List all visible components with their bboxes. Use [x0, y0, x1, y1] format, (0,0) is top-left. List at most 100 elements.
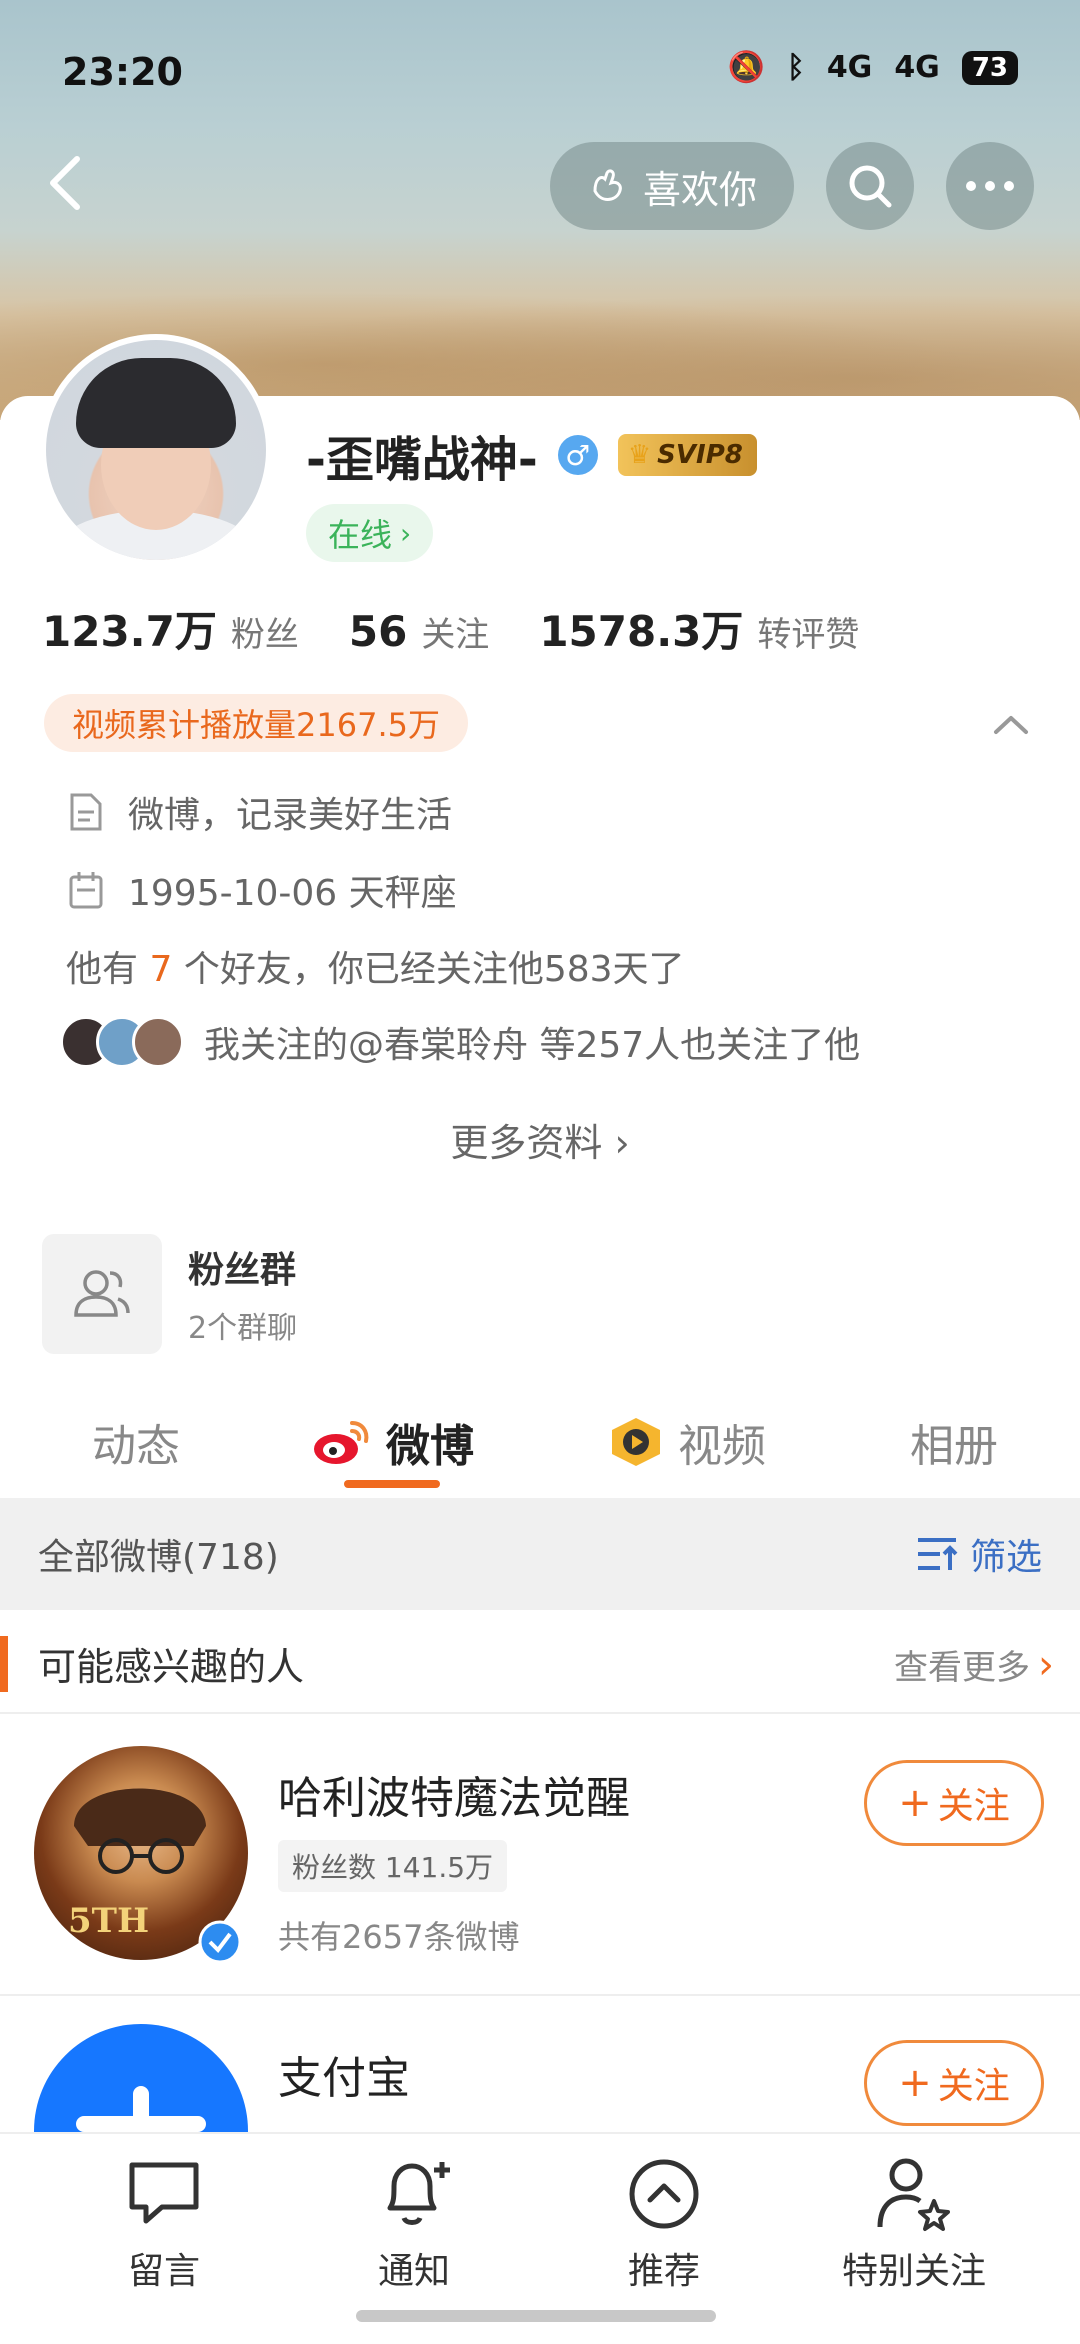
- like-you-label: 喜欢你: [642, 167, 757, 212]
- svip-label: SVIP8: [657, 440, 743, 470]
- bio-text: 微博，记录美好生活: [128, 795, 453, 836]
- follow-label: 关注: [937, 1786, 1010, 1827]
- status-bar: 23:20 🔕 ᛒ 4G 4G 73: [0, 0, 1080, 150]
- friends-count: 7: [149, 949, 173, 990]
- name-row: -歪嘴战神- ♂ ♛ SVIP8: [306, 420, 757, 490]
- message-button[interactable]: 留言: [64, 2154, 264, 2294]
- recommend-title: 可能感兴趣的人: [38, 1645, 305, 1689]
- like-you-button[interactable]: 喜欢你: [550, 142, 794, 230]
- posts-count: 共有2657条微博: [278, 1918, 520, 1956]
- stat-number: 56: [348, 607, 408, 656]
- chat-bubble-icon: [64, 2154, 264, 2234]
- profile-name: -歪嘴战神-: [306, 432, 538, 488]
- bottom-label: 留言: [127, 2251, 200, 2292]
- chevron-right-icon: ›: [400, 516, 412, 550]
- stat-number: 1578.3万: [539, 607, 744, 656]
- bottom-label: 特别关注: [841, 2251, 986, 2292]
- filter-label: 筛选: [969, 1537, 1042, 1578]
- follow-button[interactable]: + 关注: [864, 1760, 1044, 1846]
- fans-count: 粉丝数 141.5万: [278, 1840, 508, 1892]
- mutual-followers[interactable]: 我关注的@春棠聆舟 等257人也关注了他: [60, 1016, 860, 1068]
- tab-label: 动态: [92, 1421, 180, 1472]
- chevron-up-icon: [994, 716, 1028, 734]
- crown-icon: ♛: [627, 440, 652, 470]
- svip-badge[interactable]: ♛ SVIP8: [617, 434, 757, 476]
- see-more-link[interactable]: 查看更多 ›: [894, 1640, 1054, 1689]
- stat-label: 粉丝: [230, 615, 299, 655]
- recommended-user[interactable]: 5TH 哈利波特魔法觉醒 粉丝数 141.5万 共有2657条微博 + 关注: [0, 1716, 1080, 1996]
- mutual-avatars: [60, 1016, 184, 1068]
- tab-label: 视频: [678, 1421, 766, 1472]
- user-star-icon: [814, 2154, 1014, 2234]
- stat-number: 123.7万: [42, 607, 217, 656]
- back-button[interactable]: [30, 148, 100, 218]
- bluetooth-icon: ᛒ: [786, 50, 805, 85]
- special-follow-button[interactable]: 特别关注: [814, 2154, 1014, 2294]
- friends-line[interactable]: 他有 7 个好友，你已经关注他583天了: [66, 940, 685, 992]
- chevron-right-icon: ›: [614, 1121, 630, 1165]
- more-button[interactable]: [946, 142, 1034, 230]
- chevron-right-icon: ›: [1038, 1641, 1054, 1688]
- follow-button[interactable]: + 关注: [864, 2040, 1044, 2126]
- calendar-icon: [66, 870, 106, 910]
- birthday-text: 1995-10-06 天秤座: [128, 873, 457, 914]
- plus-icon: +: [898, 2060, 932, 2106]
- male-gender-icon: ♂: [557, 435, 598, 475]
- signal-4g-icon-2: 4G: [894, 50, 940, 85]
- notify-button[interactable]: 通知: [314, 2154, 514, 2294]
- mute-icon: 🔕: [727, 50, 765, 85]
- stat-following[interactable]: 56 关注: [349, 607, 489, 656]
- more-info-link[interactable]: 更多资料 ›: [0, 1112, 1080, 1167]
- bell-plus-icon: [314, 2154, 514, 2234]
- see-more-label: 查看更多: [894, 1648, 1030, 1688]
- group-icon: [42, 1234, 162, 1354]
- top-nav: 喜欢你: [0, 140, 1080, 230]
- filter-button[interactable]: 筛选: [916, 1528, 1042, 1580]
- online-label: 在线: [328, 516, 393, 554]
- avatar: [132, 1016, 184, 1068]
- tab-label: 微博: [386, 1421, 474, 1472]
- fan-group[interactable]: 粉丝群 2个群聊: [42, 1234, 297, 1354]
- friends-prefix: 他有: [66, 949, 139, 990]
- collapse-button[interactable]: [988, 702, 1034, 748]
- plus-icon: +: [898, 1780, 932, 1826]
- weibo-logo-icon: [314, 1421, 369, 1464]
- video-play-count-badge[interactable]: 视频累计播放量2167.5万: [44, 694, 468, 752]
- friends-suffix: 个好友，你已经关注他583天了: [183, 949, 685, 990]
- profile-tabs: 动态 微博 视频 相册: [0, 1390, 1080, 1500]
- profile-avatar[interactable]: [40, 334, 272, 566]
- tab-weibo[interactable]: 微博: [310, 1410, 474, 1474]
- active-tab-indicator: [344, 1480, 440, 1488]
- chevron-left-icon: [50, 156, 80, 210]
- birthday-line: 1995-10-06 天秤座: [66, 864, 457, 916]
- recommend-header: 可能感兴趣的人 查看更多 ›: [0, 1610, 1080, 1714]
- search-button[interactable]: [826, 142, 914, 230]
- chevron-up-circle-icon: [564, 2154, 764, 2234]
- follow-label: 关注: [937, 2066, 1010, 2107]
- stat-fans[interactable]: 123.7万 粉丝: [42, 598, 299, 659]
- stat-interactions[interactable]: 1578.3万 转评赞: [539, 598, 859, 659]
- tab-album[interactable]: 相册: [910, 1410, 998, 1474]
- bio-line: 微博，记录美好生活: [66, 786, 452, 838]
- home-indicator: [356, 2310, 716, 2322]
- signal-4g-icon: 4G: [826, 50, 873, 85]
- user-name: 哈利波特魔法觉醒: [278, 1773, 630, 1824]
- fan-group-subtitle: 2个群聊: [188, 1311, 298, 1346]
- profile-stats: 123.7万 粉丝 56 关注 1578.3万 转评赞: [42, 598, 859, 659]
- recommend-button[interactable]: 推荐: [564, 2154, 764, 2294]
- filter-sort-icon: [917, 1538, 958, 1570]
- battery-icon: 73: [961, 50, 1018, 85]
- verified-badge-icon: [198, 1920, 242, 1964]
- tab-video[interactable]: 视频: [608, 1410, 766, 1474]
- stat-label: 转评赞: [757, 615, 860, 655]
- tab-label: 相册: [910, 1421, 998, 1472]
- more-dots-icon: [966, 181, 1014, 191]
- status-time: 23:20: [62, 50, 183, 94]
- svg-text:5TH: 5TH: [68, 1901, 149, 1941]
- document-icon: [66, 792, 106, 832]
- online-status[interactable]: 在线 ›: [306, 504, 434, 562]
- user-name: 支付宝: [278, 2053, 410, 2104]
- bottom-label: 通知: [377, 2251, 450, 2292]
- tab-dynamic[interactable]: 动态: [92, 1410, 180, 1474]
- stat-label: 关注: [421, 615, 490, 655]
